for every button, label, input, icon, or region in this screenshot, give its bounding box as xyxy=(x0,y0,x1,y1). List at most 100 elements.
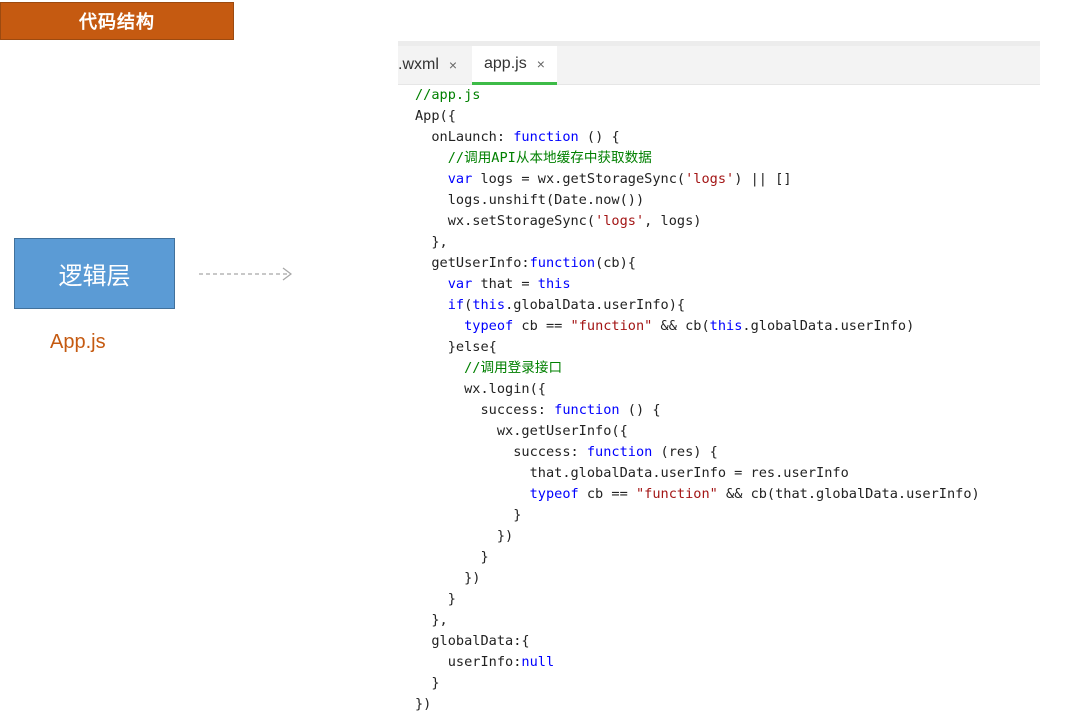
code-line: wx.setStorageSync('logs', logs) xyxy=(415,211,980,232)
code-line: userInfo:null xyxy=(415,652,980,673)
code-line: getUserInfo:function(cb){ xyxy=(415,253,980,274)
code-token: this xyxy=(537,276,571,292)
editor-tab-strip: .wxml × app.js × xyxy=(398,41,1040,85)
code-token: } xyxy=(415,549,489,565)
close-icon[interactable]: × xyxy=(449,57,457,73)
code-token: this xyxy=(472,297,506,313)
code-token: var xyxy=(447,171,473,187)
code-token: }) xyxy=(415,528,514,544)
code-line: }, xyxy=(415,610,980,631)
code-token: 'logs' xyxy=(595,213,645,229)
code-line: onLaunch: function () { xyxy=(415,127,980,148)
code-token: .globalData.userInfo) xyxy=(742,318,915,334)
code-line: } xyxy=(415,505,980,526)
code-token: () { xyxy=(619,402,661,418)
code-token: } xyxy=(415,591,456,607)
code-token: that = xyxy=(472,276,538,292)
code-line: success: function (res) { xyxy=(415,442,980,463)
code-token: () { xyxy=(578,129,620,145)
file-caption: App.js xyxy=(50,331,106,353)
code-line: logs.unshift(Date.now()) xyxy=(415,190,980,211)
code-token: //调用登录接口 xyxy=(415,360,563,376)
code-token: success: xyxy=(415,402,555,418)
code-token: function xyxy=(529,255,596,271)
code-line: }, xyxy=(415,232,980,253)
code-token: that.globalData.userInfo = res.userInfo xyxy=(415,465,849,481)
tab-label: app.js xyxy=(484,55,527,72)
tab-wxml[interactable]: .wxml × xyxy=(398,46,471,84)
code-body[interactable]: //app.js App({ onLaunch: function () { //… xyxy=(415,85,980,715)
code-token: var xyxy=(447,276,473,292)
code-token: "function" xyxy=(635,486,718,502)
code-token: this xyxy=(709,318,743,334)
code-line: } xyxy=(415,589,980,610)
close-icon[interactable]: × xyxy=(537,56,545,72)
code-token: 'logs' xyxy=(685,171,735,187)
logic-layer-label: 逻辑层 xyxy=(58,262,131,290)
code-token: userInfo: xyxy=(415,654,522,670)
code-line: globalData:{ xyxy=(415,631,980,652)
code-token: && cb( xyxy=(652,318,710,334)
code-token: }) xyxy=(415,570,481,586)
code-token: }) xyxy=(415,696,432,712)
code-token: getUserInfo: xyxy=(415,255,530,271)
dashed-arrow-icon xyxy=(199,267,292,281)
code-token: function xyxy=(586,444,653,460)
code-line: that.globalData.userInfo = res.userInfo xyxy=(415,463,980,484)
code-token: typeof xyxy=(464,318,514,334)
code-token: (res) { xyxy=(652,444,718,460)
code-line: } xyxy=(415,673,980,694)
code-token: wx.login({ xyxy=(415,381,546,397)
code-token: function xyxy=(554,402,620,418)
code-token: , logs) xyxy=(644,213,702,229)
code-token: globalData:{ xyxy=(415,633,530,649)
code-line: }) xyxy=(415,694,980,715)
tab-app-js[interactable]: app.js × xyxy=(472,46,557,85)
code-line: typeof cb == "function" && cb(that.globa… xyxy=(415,484,980,505)
code-token: App({ xyxy=(415,108,456,124)
slide-title-banner: 代码结构 xyxy=(0,2,234,40)
code-line: }) xyxy=(415,568,980,589)
code-line: success: function () { xyxy=(415,400,980,421)
code-token: if xyxy=(447,297,465,313)
code-token: ) || [] xyxy=(734,171,792,187)
code-line: typeof cb == "function" && cb(this.globa… xyxy=(415,316,980,337)
code-token: && cb(that.globalData.userInfo) xyxy=(717,486,980,502)
code-token: wx.setStorageSync( xyxy=(415,213,596,229)
code-token: success: xyxy=(415,444,587,460)
code-token: (cb){ xyxy=(595,255,636,271)
code-line: wx.getUserInfo({ xyxy=(415,421,980,442)
logic-layer-box: 逻辑层 xyxy=(14,238,175,309)
code-token: cb == xyxy=(513,318,571,334)
code-line: }else{ xyxy=(415,337,980,358)
code-token: wx.getUserInfo({ xyxy=(415,423,628,439)
code-line: if(this.globalData.userInfo){ xyxy=(415,295,980,316)
code-token: onLaunch: xyxy=(415,129,514,145)
code-line: //调用API从本地缓存中获取数据 xyxy=(415,148,980,169)
code-token: .globalData.userInfo){ xyxy=(505,297,686,313)
tab-label: .wxml xyxy=(398,56,439,73)
code-token: logs.unshift(Date.now()) xyxy=(415,192,645,208)
code-token: }, xyxy=(415,612,448,628)
code-line: //app.js xyxy=(415,85,980,106)
code-token: }, xyxy=(415,234,448,250)
code-token: typeof xyxy=(529,486,579,502)
code-line: App({ xyxy=(415,106,980,127)
code-line: //调用登录接口 xyxy=(415,358,980,379)
code-line: var that = this xyxy=(415,274,980,295)
code-token: "function" xyxy=(570,318,653,334)
code-token: null xyxy=(521,654,555,670)
code-token: logs = wx.getStorageSync( xyxy=(472,171,686,187)
code-editor: .wxml × app.js × //app.js App({ onLaunch:… xyxy=(398,41,1040,725)
code-line: }) xyxy=(415,526,980,547)
code-token: //调用API从本地缓存中获取数据 xyxy=(415,150,652,166)
code-token: } xyxy=(415,507,522,523)
code-token: function xyxy=(513,129,579,145)
code-line: } xyxy=(415,547,980,568)
code-token: //app.js xyxy=(415,87,481,103)
